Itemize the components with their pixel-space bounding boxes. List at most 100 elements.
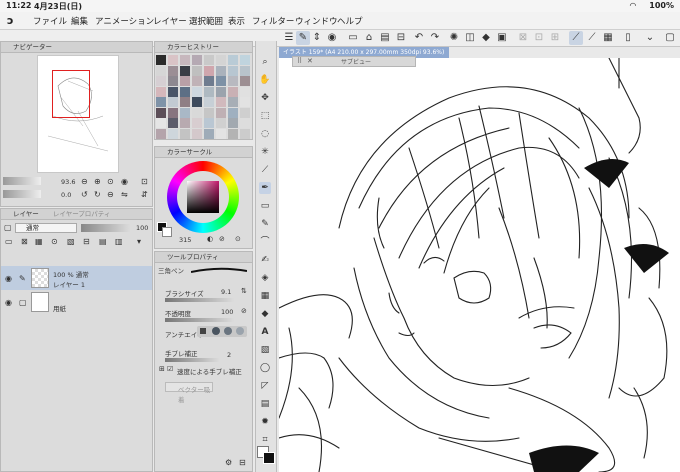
mask-icon[interactable]: ▤ [99,237,107,246]
sub-color-swatch[interactable] [263,452,275,464]
alpha-lock-icon[interactable]: ▦ [35,237,43,246]
zoom-out-icon[interactable]: ⊖ [81,177,88,186]
color-history-swatch[interactable] [180,86,190,97]
hand-tool-icon[interactable]: ✋ [259,74,271,86]
gradient-tool-icon[interactable]: ▧ [259,344,271,356]
reset-rotation-icon[interactable]: ⊖ [107,190,114,199]
color-history-swatch[interactable] [228,118,238,128]
pressure-icon[interactable]: ⊘ [241,307,247,315]
loading-icon[interactable]: ✺ [447,31,461,45]
color-history-swatch[interactable] [156,65,166,76]
color-history-swatch[interactable] [216,128,226,139]
color-history-swatch[interactable] [180,128,190,139]
color-history-swatch[interactable] [216,76,226,86]
rotate-right-icon[interactable]: ↻ [94,190,101,199]
layer-row-paper[interactable]: ◉ ▢ 用紙 [1,291,152,313]
color-history-swatch[interactable] [156,86,166,97]
special-ruler-icon[interactable]: ⟋ [585,31,599,45]
frame-tool-icon[interactable]: ▤ [259,398,271,410]
layer-tab[interactable]: レイヤー [13,210,39,218]
decoration-tool-icon[interactable]: ▦ [259,290,271,302]
lasso-tool-icon[interactable]: ◌ [259,128,271,140]
quick-access-icon[interactable]: ✎ [296,31,310,45]
device-icon[interactable]: ▯ [621,31,635,45]
eyedropper-tool-icon[interactable]: ⟋ [259,164,271,176]
menu-view[interactable]: 表示 [228,15,245,27]
menu-layer[interactable]: レイヤー [153,15,187,27]
color-history-swatch[interactable] [156,55,166,65]
chevron-down-icon[interactable]: ⌄ [643,31,657,45]
layer-color-icon[interactable]: ▢ [4,223,12,232]
color-history-swatch[interactable] [216,65,226,76]
fit-window-icon[interactable]: ⊡ [141,177,148,186]
layer-clip-icon[interactable]: ▭ [5,237,13,246]
color-set-icon[interactable]: ◉ [325,31,339,45]
color-history-swatch[interactable] [156,118,166,128]
app-logo-icon[interactable]: ↄ [7,14,14,27]
visibility-eye-icon[interactable]: ◉ [5,298,12,307]
opacity-slider[interactable] [165,318,235,322]
blend-mode-select[interactable]: 通常 [15,223,77,233]
color-history-swatch[interactable] [168,76,178,86]
correct-line-tool-icon[interactable]: ⌗ [259,434,271,446]
color-history-swatch[interactable] [192,55,202,65]
color-history-swatch[interactable] [192,65,202,76]
vector-snap-button[interactable]: ベクター吸着 [165,382,213,404]
aa-medium-icon[interactable] [224,327,232,335]
color-history-swatch[interactable] [216,118,226,128]
select-all-icon[interactable]: ▣ [495,31,509,45]
color-history-swatch[interactable] [240,76,250,86]
chevron-updown-icon[interactable]: ⇕ [310,31,324,45]
reference-icon[interactable]: ⊙ [51,237,58,246]
color-history-swatch[interactable] [228,128,238,139]
layer-menu-icon[interactable]: ▾ [137,237,141,246]
draft-icon[interactable]: ▧ [67,237,75,246]
stabilization-slider[interactable] [165,358,220,362]
zoom-tool-icon[interactable]: ⌕ [259,56,271,68]
undo-icon[interactable]: ↶ [412,31,426,45]
color-history-swatch[interactable] [216,97,226,107]
selection-tool-icon[interactable]: ⬚ [259,110,271,122]
color-history-swatch[interactable] [204,97,214,107]
color-history-swatch[interactable] [204,65,214,76]
color-history-swatch[interactable] [240,107,250,118]
transform-icon[interactable]: ⊞ [548,31,562,45]
menu-selection[interactable]: 選択範囲 [189,15,223,27]
pen-tool-icon[interactable]: ✒ [259,182,271,194]
color-history-swatch[interactable] [192,86,202,97]
new-file-icon[interactable]: ▭ [346,31,360,45]
eraser-tool-icon[interactable]: ▭ [259,200,271,212]
zoom-slider[interactable] [3,177,41,185]
color-history-swatch[interactable] [228,76,238,86]
color-history-swatch[interactable] [192,128,202,139]
speed-stab-checkbox[interactable]: ☑ [167,365,173,373]
palette-color-icon[interactable]: ▥ [115,237,123,246]
color-history-swatch[interactable] [216,107,226,118]
navigator-view-frame[interactable] [52,70,90,118]
color-history-swatch[interactable] [216,86,226,97]
clear-icon[interactable]: ◫ [463,31,477,45]
color-history-swatch[interactable] [240,65,250,76]
color-history-swatch[interactable] [168,97,178,107]
color-history-swatch[interactable] [228,55,238,65]
sub-color-chip[interactable] [162,227,172,237]
color-history-swatch[interactable] [240,128,250,139]
color-history-swatch[interactable] [168,86,178,97]
subview-panel[interactable]: ⠿ ✕ サブビュー [292,56,416,67]
color-history-swatch[interactable] [204,86,214,97]
edit-checkbox-icon[interactable]: ▢ [19,298,27,307]
brush-size-slider[interactable] [165,298,235,302]
navigator-preview[interactable] [37,55,119,173]
hue-ring[interactable] [167,161,239,233]
aa-strong-icon[interactable] [236,327,244,335]
color-history-swatch[interactable] [180,97,190,107]
color-history-swatch[interactable] [168,107,178,118]
grip-icon[interactable]: ⠿ [297,57,302,66]
color-history-swatch[interactable] [228,86,238,97]
visibility-eye-icon[interactable]: ◉ [5,274,12,283]
menu-animation[interactable]: アニメーション [95,15,154,27]
wrench-icon[interactable]: ⊟ [239,458,246,467]
figure-tool-icon[interactable]: ◯ [259,362,271,374]
color-history-swatch[interactable] [156,97,166,107]
close-icon[interactable]: ✕ [307,57,313,66]
